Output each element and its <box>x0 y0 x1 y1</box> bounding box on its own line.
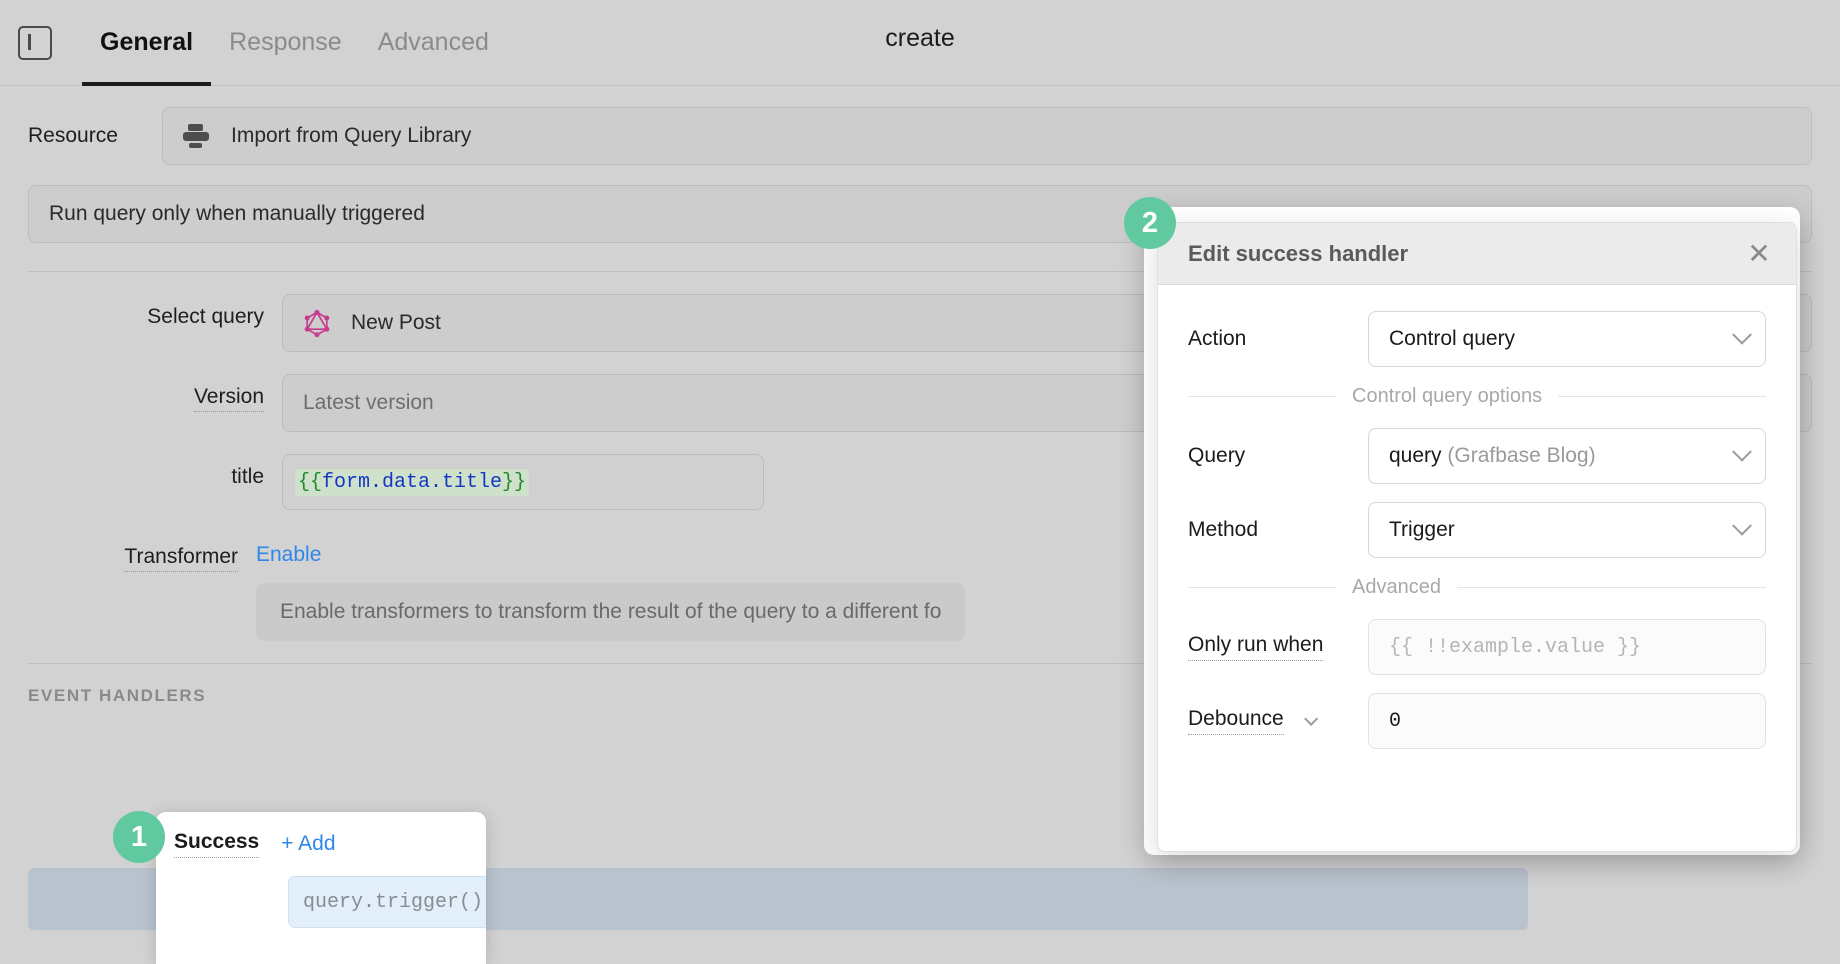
select-query-label: Select query <box>147 305 264 328</box>
method-label: Method <box>1188 518 1259 541</box>
method-row: Method Trigger <box>1188 502 1766 558</box>
success-handler-code-chip[interactable]: query.trigger() <box>288 876 486 928</box>
query-editor-screen: General Response Advanced create Resourc… <box>0 0 1840 964</box>
sidebar-panel-icon[interactable] <box>18 25 52 60</box>
debounce-label: Debounce <box>1188 707 1284 735</box>
top-tab-bar: General Response Advanced create <box>0 0 1840 86</box>
title-code-value: {{form.data.title}} <box>295 468 530 496</box>
only-run-when-label: Only run when <box>1188 633 1324 661</box>
success-handler-code: query.trigger() <box>303 890 484 914</box>
tab-response[interactable]: Response <box>211 0 360 86</box>
query-value-source: (Grafbase Blog) <box>1447 444 1596 467</box>
success-handler-label: Success <box>174 830 260 858</box>
resource-value: Import from Query Library <box>231 124 472 147</box>
chevron-down-icon <box>1732 515 1752 536</box>
advanced-separator-label: Advanced <box>1352 576 1441 598</box>
version-label-wrap: Version <box>28 374 282 412</box>
resource-label: Resource <box>28 124 118 147</box>
chevron-down-icon <box>1732 324 1752 345</box>
title-code-open: {{ <box>298 470 323 494</box>
modal-header: Edit success handler ✕ <box>1158 223 1796 285</box>
close-icon[interactable]: ✕ <box>1742 237 1776 271</box>
only-run-when-input[interactable]: {{ !!example.value }} <box>1368 619 1766 675</box>
action-label: Action <box>1188 327 1247 350</box>
action-select[interactable]: Control query <box>1368 311 1766 367</box>
chevron-down-icon[interactable] <box>1303 711 1318 726</box>
success-handler-card: Success + Add query.trigger() <box>156 812 486 964</box>
transformer-label-wrap: Transformer <box>28 534 256 572</box>
transformer-description-text: Enable transformers to transform the res… <box>280 600 942 623</box>
tab-response-label: Response <box>229 28 342 56</box>
title-code-close: }} <box>502 470 527 494</box>
graphql-icon <box>304 309 330 337</box>
version-value: Latest version <box>303 391 434 414</box>
tab-general-label: General <box>100 28 194 56</box>
title-label: title <box>231 465 264 488</box>
modal-title: Edit success handler <box>1188 240 1409 266</box>
query-value: query <box>1389 444 1448 467</box>
method-value: Trigger <box>1389 518 1455 541</box>
only-run-when-row: Only run when {{ !!example.value }} <box>1188 619 1766 675</box>
query-value-wrap: query (Grafbase Blog) <box>1389 444 1735 468</box>
transformer-description: Enable transformers to transform the res… <box>256 583 966 641</box>
debounce-row: Debounce 0 <box>1188 693 1766 749</box>
debounce-input[interactable]: 0 <box>1368 693 1766 749</box>
version-label: Version <box>193 385 264 412</box>
query-select[interactable]: query (Grafbase Blog) <box>1368 428 1766 484</box>
control-query-options-label: Control query options <box>1352 385 1543 407</box>
title-code-inner: form.data.title <box>322 470 503 494</box>
step-badge-1: 1 <box>113 811 165 863</box>
edit-success-handler-modal: Edit success handler ✕ Action Control qu… <box>1157 222 1797 852</box>
query-label: Query <box>1188 444 1246 467</box>
tab-advanced[interactable]: Advanced <box>360 0 507 86</box>
resource-row: Resource Import from Query Library <box>28 107 1812 165</box>
select-query-value: New Post <box>351 311 441 334</box>
transformer-enable-link[interactable]: Enable <box>256 543 321 566</box>
tab-list: General Response Advanced <box>82 0 507 86</box>
control-query-options-separator: Control query options <box>1188 385 1766 408</box>
debounce-label-wrap: Debounce <box>1188 707 1368 735</box>
query-row: Query query (Grafbase Blog) <box>1188 428 1766 484</box>
tab-advanced-label: Advanced <box>377 28 489 56</box>
step-badge-2: 2 <box>1124 197 1176 249</box>
modal-body: Action Control query Control query optio… <box>1158 285 1796 749</box>
only-run-when-placeholder: {{ !!example.value }} <box>1389 635 1642 659</box>
only-run-when-label-wrap: Only run when <box>1188 633 1368 661</box>
add-handler-button[interactable]: + Add <box>281 832 335 856</box>
transformer-label: Transformer <box>124 545 238 572</box>
database-icon <box>183 124 209 148</box>
run-mode-value: Run query only when manually triggered <box>49 202 425 225</box>
debounce-value: 0 <box>1389 709 1402 733</box>
action-row: Action Control query <box>1188 311 1766 367</box>
title-input[interactable]: {{form.data.title}} <box>282 454 764 510</box>
tab-general[interactable]: General <box>82 0 212 86</box>
chevron-down-icon <box>1732 441 1752 462</box>
success-handler-header: Success + Add <box>174 830 486 858</box>
resource-select[interactable]: Import from Query Library <box>162 107 1812 165</box>
method-select[interactable]: Trigger <box>1368 502 1766 558</box>
action-value: Control query <box>1389 327 1516 350</box>
advanced-separator: Advanced <box>1188 576 1766 599</box>
